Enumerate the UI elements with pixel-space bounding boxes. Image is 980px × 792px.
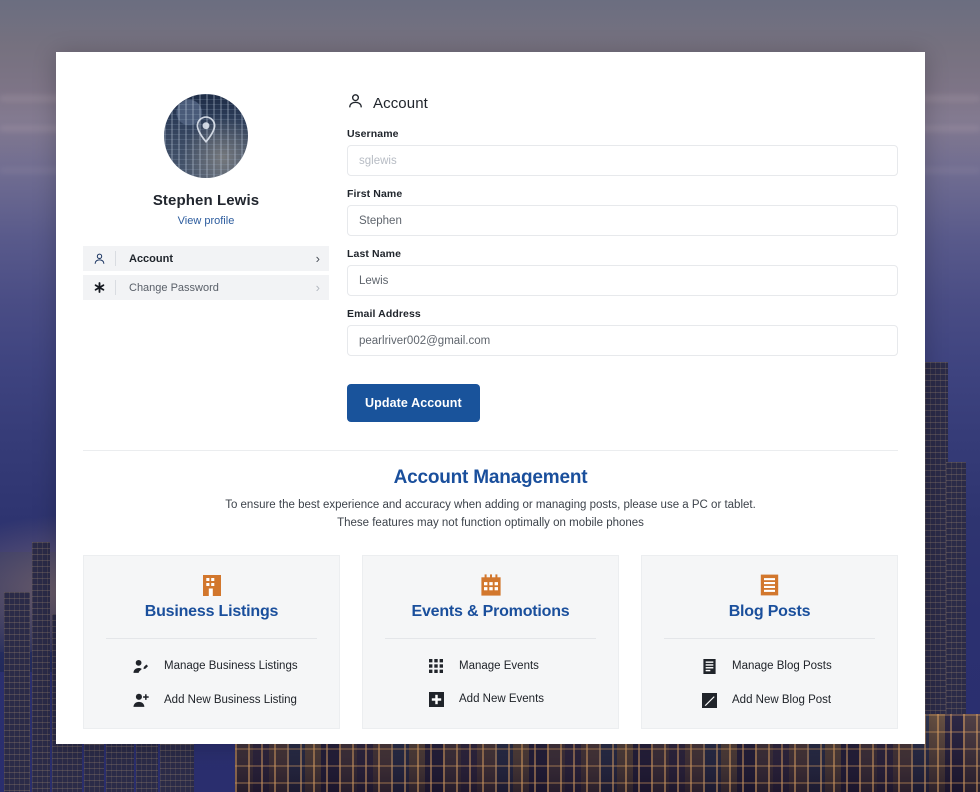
subtitle-line-1: To ensure the best experience and accura…	[56, 497, 925, 515]
add-new-business-listing-link[interactable]: Add New Business Listing	[130, 693, 339, 708]
link-label: Manage Blog Posts	[732, 660, 832, 672]
manage-blog-posts-link[interactable]: Manage Blog Posts	[698, 659, 897, 674]
user-edit-icon	[130, 659, 152, 674]
card-business-listings: Business Listings Manage Business Listin…	[83, 555, 340, 729]
card-title: Events & Promotions	[363, 603, 618, 621]
account-panel: Stephen Lewis View profile Account ›	[56, 52, 925, 744]
account-form: Account Username First Name Last Name Em…	[329, 90, 898, 422]
card-links: Manage Events Add New Events	[363, 659, 618, 707]
profile-name: Stephen Lewis	[83, 192, 329, 209]
link-label: Add New Events	[459, 693, 544, 705]
asterisk-icon	[83, 281, 115, 294]
email-input[interactable]	[347, 325, 898, 356]
card-links: Manage Blog Posts Add New Blog Post	[642, 659, 897, 708]
building	[4, 592, 30, 792]
management-cards: Business Listings Manage Business Listin…	[83, 555, 898, 729]
field-username: Username	[347, 128, 898, 176]
card-title: Blog Posts	[642, 603, 897, 621]
user-icon	[347, 92, 364, 114]
card-title: Business Listings	[84, 603, 339, 621]
view-profile-link[interactable]: View profile	[83, 215, 329, 227]
subtitle-line-2: These features may not function optimall…	[56, 515, 925, 533]
last-name-input[interactable]	[347, 265, 898, 296]
grid-icon	[425, 659, 447, 673]
chevron-right-icon: ›	[316, 252, 320, 265]
note-icon	[698, 659, 720, 674]
avatar	[164, 94, 248, 178]
field-label: Last Name	[347, 248, 898, 260]
manage-business-listings-link[interactable]: Manage Business Listings	[130, 659, 339, 674]
side-nav: Account › Change Password ›	[83, 246, 329, 300]
link-label: Manage Business Listings	[164, 660, 298, 672]
plus-square-icon	[425, 692, 447, 707]
link-label: Add New Blog Post	[732, 694, 831, 706]
card-blog-posts: Blog Posts Manage Blog Posts	[641, 555, 898, 729]
user-plus-icon	[130, 693, 152, 708]
building	[32, 542, 50, 792]
update-account-button[interactable]: Update Account	[347, 384, 480, 422]
user-icon	[83, 252, 115, 265]
account-management-subtitle: To ensure the best experience and accura…	[56, 497, 925, 533]
add-new-blog-post-link[interactable]: Add New Blog Post	[698, 693, 897, 708]
field-email: Email Address	[347, 308, 898, 356]
link-label: Manage Events	[459, 660, 539, 672]
divider	[664, 638, 875, 639]
sidebar-item-account[interactable]: Account ›	[83, 246, 329, 271]
username-input[interactable]	[347, 145, 898, 176]
field-label: Email Address	[347, 308, 898, 320]
pen-square-icon	[698, 693, 720, 708]
sidebar-item-label: Change Password	[116, 282, 316, 294]
panel-body: Stephen Lewis View profile Account ›	[56, 90, 925, 422]
manage-events-link[interactable]: Manage Events	[425, 659, 618, 673]
form-heading: Account	[347, 92, 898, 114]
field-label: Username	[347, 128, 898, 140]
field-label: First Name	[347, 188, 898, 200]
field-last-name: Last Name	[347, 248, 898, 296]
link-label: Add New Business Listing	[164, 694, 297, 706]
section-divider	[83, 450, 898, 451]
building-icon	[84, 574, 339, 596]
first-name-input[interactable]	[347, 205, 898, 236]
divider	[385, 638, 596, 639]
sidebar-item-label: Account	[116, 253, 316, 265]
sidebar-item-change-password[interactable]: Change Password ›	[83, 275, 329, 300]
divider	[106, 638, 317, 639]
field-first-name: First Name	[347, 188, 898, 236]
page-title: Account	[373, 95, 428, 112]
profile-sidebar: Stephen Lewis View profile Account ›	[83, 90, 329, 422]
document-icon	[642, 574, 897, 596]
chevron-right-icon: ›	[316, 281, 320, 294]
map-pin-icon	[193, 116, 219, 146]
card-events-promotions: Events & Promotions Manage Events	[362, 555, 619, 729]
account-management-title: Account Management	[56, 467, 925, 489]
card-links: Manage Business Listings Add New Busines…	[84, 659, 339, 708]
calendar-icon	[363, 574, 618, 596]
add-new-events-link[interactable]: Add New Events	[425, 692, 618, 707]
